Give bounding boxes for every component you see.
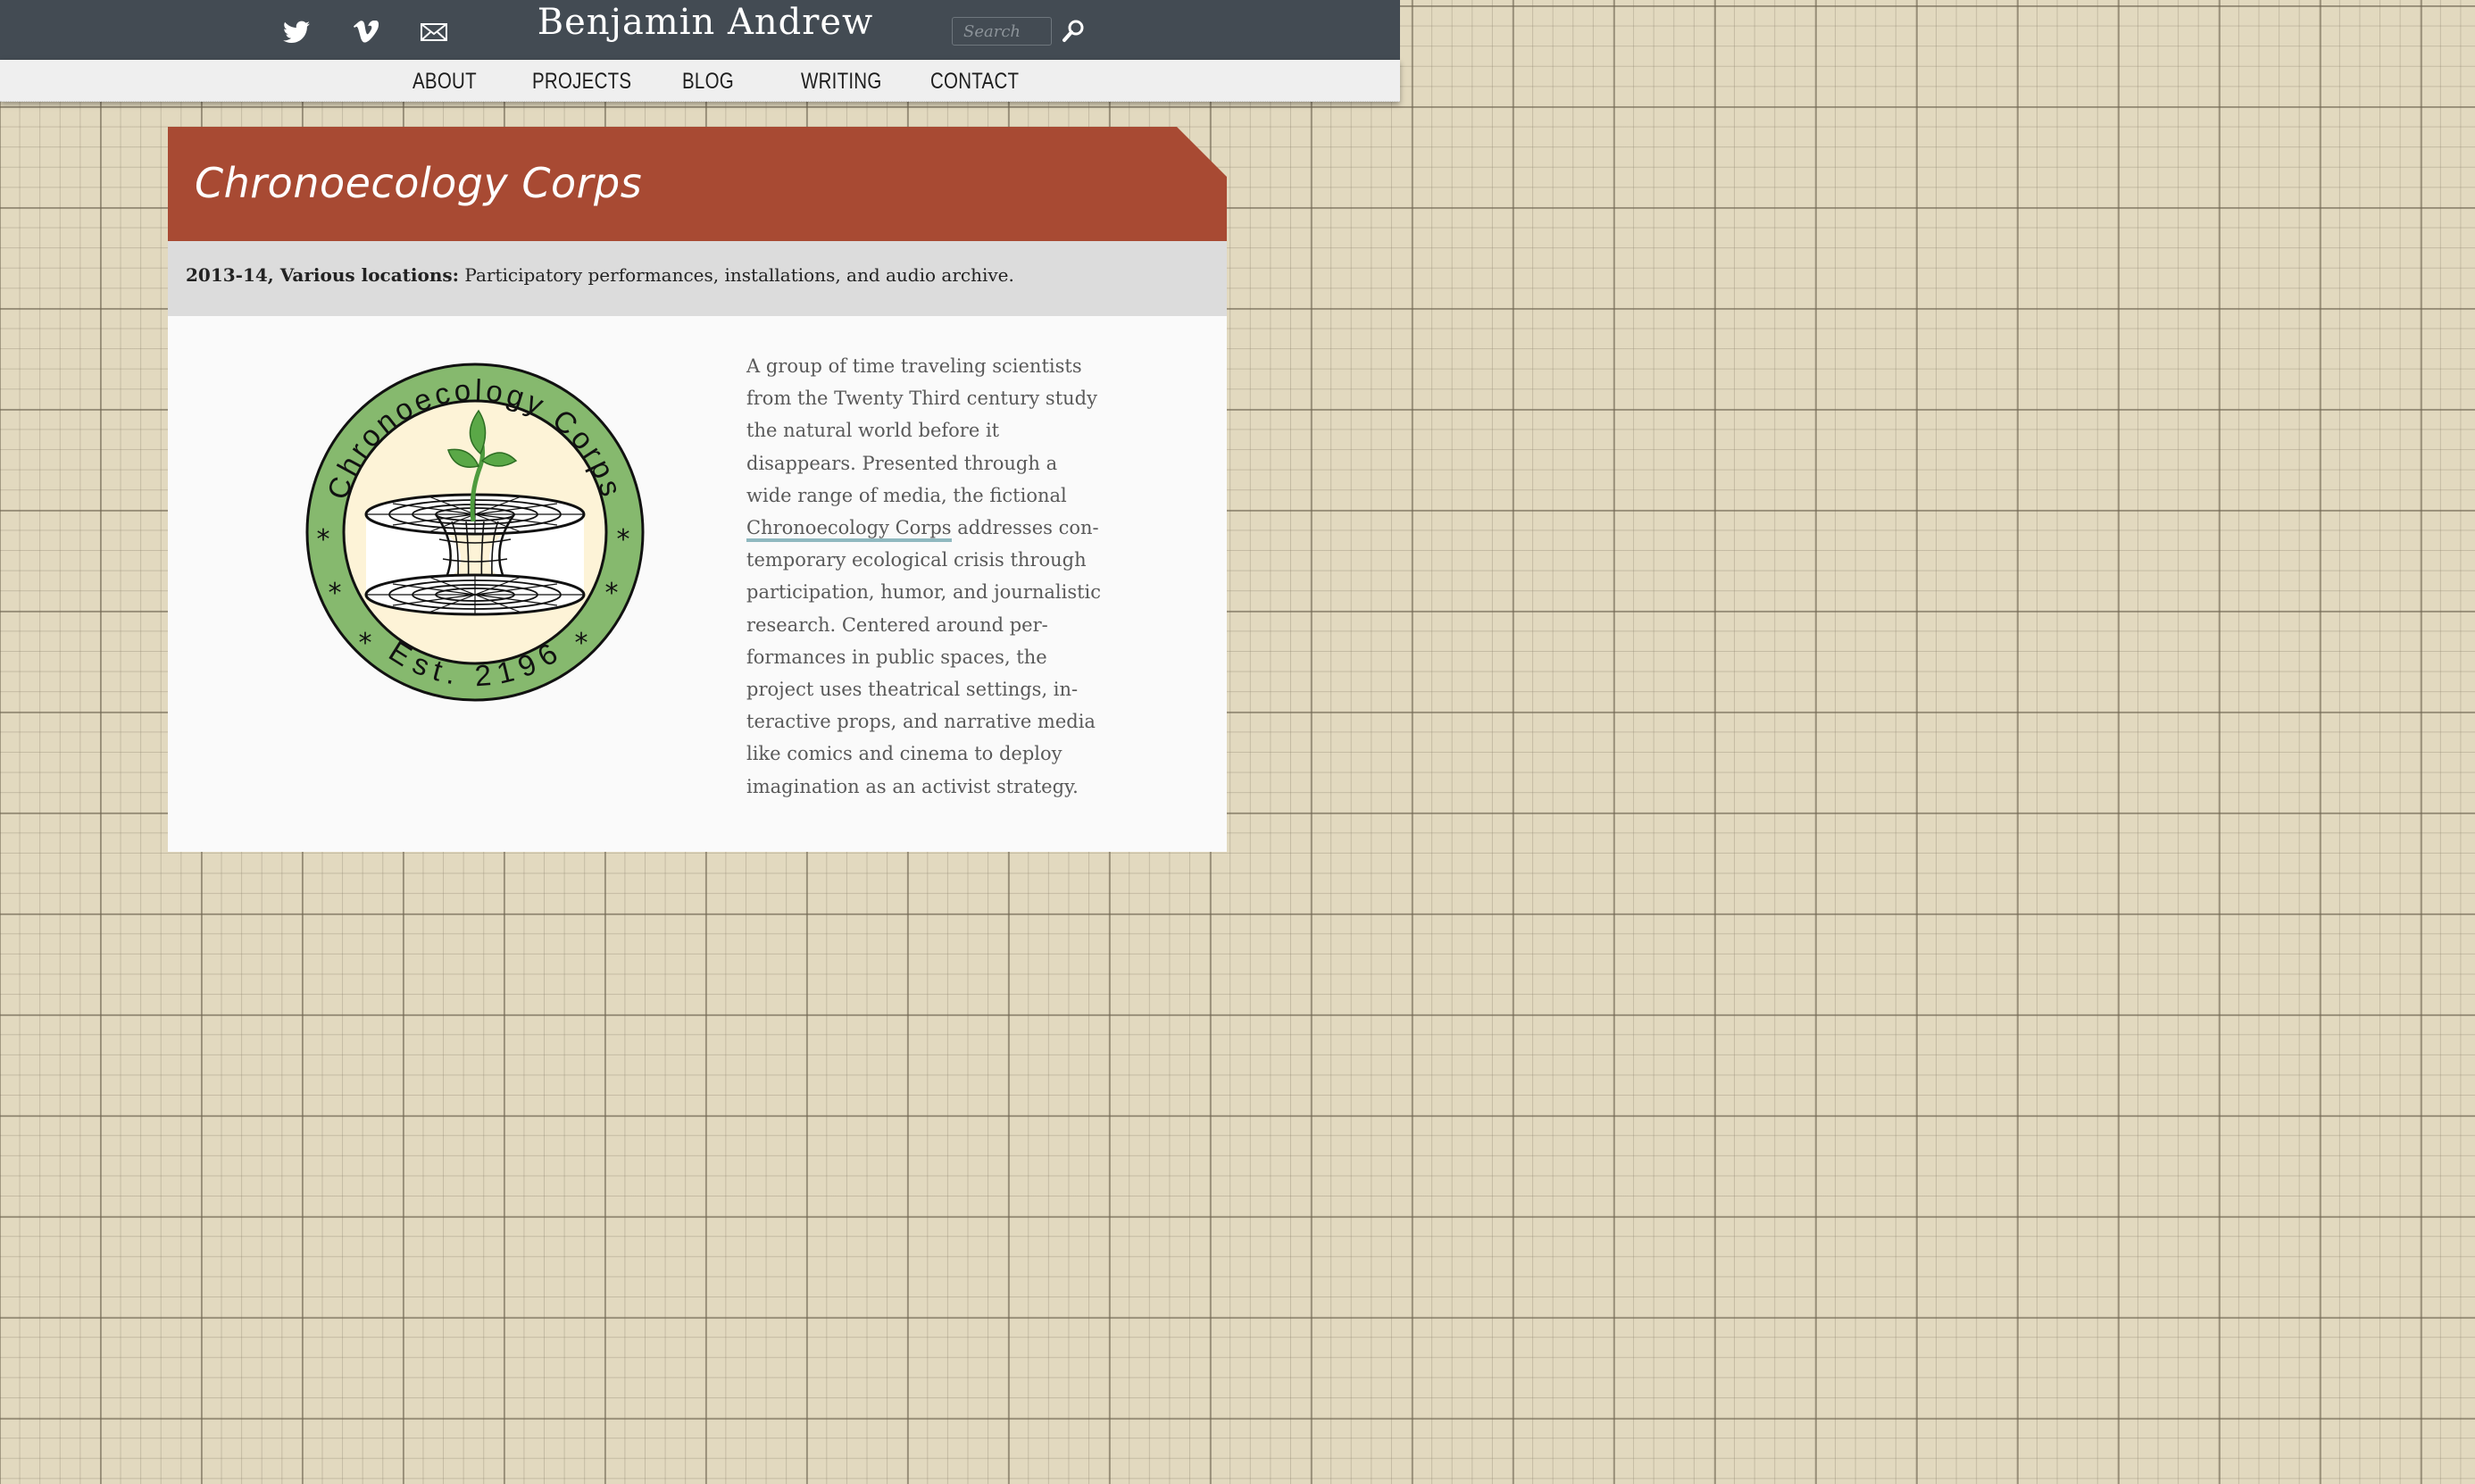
project-card: Chronoecology Corps 2013-14, Various loc… xyxy=(168,127,1227,852)
description-text-start: A group of time traveling scientists fro… xyxy=(746,355,1097,506)
nav-item-contact[interactable]: CONTACT xyxy=(930,69,1019,95)
project-description: A group of time traveling scientists fro… xyxy=(746,350,1104,803)
svg-text:*: * xyxy=(317,524,330,555)
svg-text:*: * xyxy=(359,628,372,659)
project-banner: Chronoecology Corps xyxy=(168,127,1227,241)
project-content: Chronoecology Corps Est. 2196 * * * * * … xyxy=(168,316,1227,852)
chronoecology-corps-link[interactable]: Chronoecology Corps xyxy=(746,517,952,543)
svg-text:*: * xyxy=(575,628,588,659)
svg-text:*: * xyxy=(617,524,630,555)
svg-text:*: * xyxy=(329,578,342,609)
nav-item-about[interactable]: ABOUT xyxy=(412,69,477,95)
project-meta-date-location: 2013-14, Various locations: xyxy=(186,264,460,286)
magnifier-icon[interactable] xyxy=(1061,19,1086,44)
nav-item-blog[interactable]: BLOG xyxy=(682,69,734,95)
project-meta: 2013-14, Various locations: Participator… xyxy=(168,241,1227,316)
nav-item-writing[interactable]: WRITING xyxy=(801,69,882,95)
project-meta-summary: Participatory performances, installation… xyxy=(459,264,1014,286)
site-title[interactable]: Benjamin Andrew xyxy=(500,2,911,43)
svg-text:*: * xyxy=(605,578,619,609)
search-input[interactable] xyxy=(952,17,1052,46)
top-header: Benjamin Andrew xyxy=(0,0,1400,60)
mail-icon[interactable] xyxy=(420,20,448,45)
main-nav: ABOUT PROJECTS BLOG WRITING CONTACT xyxy=(0,60,1400,102)
nav-item-projects[interactable]: PROJECTS xyxy=(532,69,631,95)
chronoecology-corps-logo: Chronoecology Corps Est. 2196 * * * * * … xyxy=(305,363,645,702)
project-title: Chronoecology Corps xyxy=(195,159,643,207)
twitter-icon[interactable] xyxy=(282,20,311,45)
vimeo-icon[interactable] xyxy=(352,20,380,45)
description-text-end: addresses con­temporary ecological crisi… xyxy=(746,517,1102,797)
